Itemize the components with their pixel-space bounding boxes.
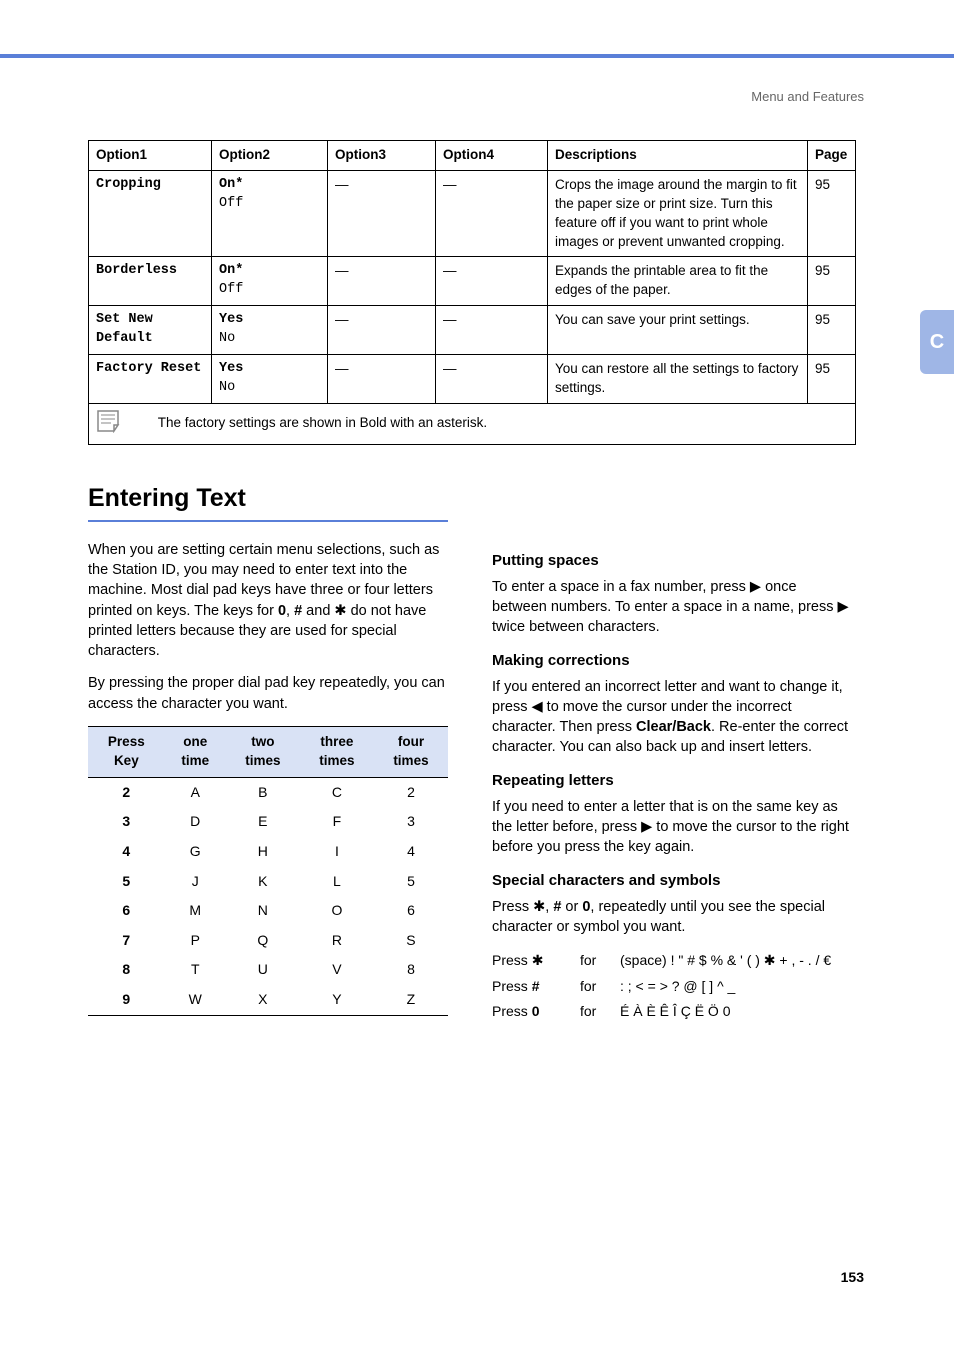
keys-h3: threetimes bbox=[300, 727, 374, 778]
section-title: Entering Text bbox=[88, 481, 448, 522]
table-row: 8TUV8 bbox=[88, 955, 448, 985]
putting-spaces-para: To enter a space in a fax number, press … bbox=[492, 577, 852, 638]
table-row: 9WXYZ bbox=[88, 985, 448, 1015]
page-content: Option1 Option2 Option3 Option4 Descript… bbox=[88, 140, 856, 1028]
options-body: CroppingOn*Off——Crops the image around t… bbox=[89, 170, 856, 403]
right-column: Putting spaces To enter a space in a fax… bbox=[492, 540, 852, 1028]
special-chars-para: Press ✱, # or 0, repeatedly until you se… bbox=[492, 897, 852, 938]
special-chars-list: Press ✱ for (space) ! " # $ % & ' ( ) ✱ … bbox=[492, 951, 852, 1022]
options-table: Option1 Option2 Option3 Option4 Descript… bbox=[88, 140, 856, 445]
page-number: 153 bbox=[841, 1268, 864, 1288]
keys-h4: fourtimes bbox=[374, 727, 448, 778]
col-option2: Option2 bbox=[212, 141, 328, 171]
special-chars-heading: Special characters and symbols bbox=[492, 870, 852, 891]
entering-text-para2: By pressing the proper dial pad key repe… bbox=[88, 673, 448, 714]
making-corrections-para: If you entered an incorrect letter and w… bbox=[492, 677, 852, 758]
repeating-letters-heading: Repeating letters bbox=[492, 770, 852, 791]
table-row: 7PQRS bbox=[88, 926, 448, 956]
making-corrections-heading: Making corrections bbox=[492, 650, 852, 671]
symbol-row: Press 0 for É À È Ê Î Ç Ë Ö 0 bbox=[492, 1002, 852, 1022]
breadcrumb: Menu and Features bbox=[751, 88, 864, 106]
options-header-row: Option1 Option2 Option3 Option4 Descript… bbox=[89, 141, 856, 171]
table-row: 6MNO6 bbox=[88, 896, 448, 926]
keys-h1: onetime bbox=[165, 727, 226, 778]
table-row: 5JKL5 bbox=[88, 867, 448, 897]
note-icon bbox=[96, 409, 124, 439]
table-row: Factory ResetYesNo——You can restore all … bbox=[89, 355, 856, 404]
table-row: Set New DefaultYesNo——You can save your … bbox=[89, 306, 856, 355]
putting-spaces-heading: Putting spaces bbox=[492, 550, 852, 571]
table-row: CroppingOn*Off——Crops the image around t… bbox=[89, 170, 856, 257]
symbol-row: Press # for : ; < = > ? @ [ ] ^ _ bbox=[492, 977, 852, 997]
col-page: Page bbox=[808, 141, 856, 171]
table-row: 4GHI4 bbox=[88, 837, 448, 867]
options-footnote: The factory settings are shown in Bold w… bbox=[158, 414, 487, 433]
table-row: 3DEF3 bbox=[88, 807, 448, 837]
col-option3: Option3 bbox=[328, 141, 436, 171]
keys-table: PressKey onetime twotimes threetimes fou… bbox=[88, 726, 448, 1016]
keys-h0: PressKey bbox=[88, 727, 165, 778]
left-column: When you are setting certain menu select… bbox=[88, 540, 448, 1028]
col-option4: Option4 bbox=[436, 141, 548, 171]
top-accent-bar bbox=[0, 54, 954, 58]
keys-body: 2ABC23DEF34GHI45JKL56MNO67PQRS8TUV89WXYZ bbox=[88, 777, 448, 1015]
keys-h2: twotimes bbox=[226, 727, 300, 778]
section-tab: C bbox=[920, 310, 954, 374]
table-row: 2ABC2 bbox=[88, 777, 448, 807]
col-option1: Option1 bbox=[89, 141, 212, 171]
symbol-row: Press ✱ for (space) ! " # $ % & ' ( ) ✱ … bbox=[492, 951, 852, 971]
repeating-letters-para: If you need to enter a letter that is on… bbox=[492, 797, 852, 858]
table-row: BorderlessOn*Off——Expands the printable … bbox=[89, 257, 856, 306]
entering-text-para1: When you are setting certain menu select… bbox=[88, 540, 448, 662]
col-descriptions: Descriptions bbox=[548, 141, 808, 171]
